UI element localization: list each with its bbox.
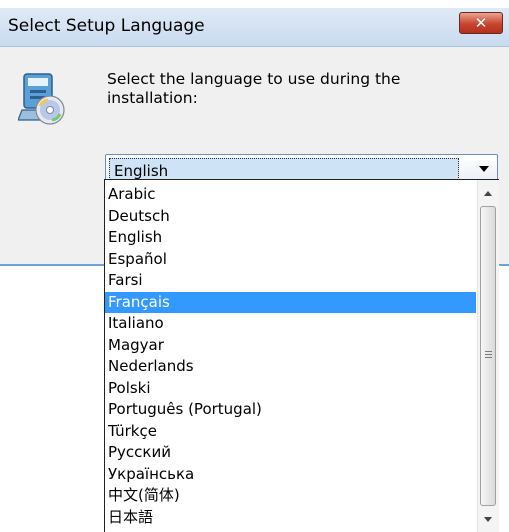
title-bar[interactable]: Select Setup Language ✕ bbox=[0, 8, 509, 47]
language-dropdown-list[interactable]: Arabic Deutsch English Español Farsi Fra… bbox=[104, 179, 499, 532]
list-item[interactable]: Русский bbox=[105, 442, 476, 464]
language-prompt: Select the language to use during the in… bbox=[107, 70, 401, 107]
list-item[interactable]: Українська bbox=[105, 464, 476, 486]
list-item[interactable]: Farsi bbox=[105, 270, 476, 292]
list-item[interactable]: Magyar bbox=[105, 335, 476, 357]
vertical-scrollbar[interactable] bbox=[477, 180, 499, 532]
list-item[interactable]: 中文(简体) bbox=[105, 485, 476, 507]
list-item[interactable]: Polski bbox=[105, 378, 476, 400]
window-title: Select Setup Language bbox=[8, 16, 205, 36]
list-item[interactable]: 日本語 bbox=[105, 507, 476, 529]
scroll-thumb[interactable] bbox=[480, 206, 496, 506]
list-item[interactable]: Español bbox=[105, 249, 476, 271]
grip-line bbox=[485, 357, 492, 358]
chevron-down-icon[interactable] bbox=[479, 166, 489, 172]
grip-line bbox=[485, 354, 492, 355]
setup-disc-icon bbox=[18, 73, 65, 125]
list-item[interactable]: Italiano bbox=[105, 313, 476, 335]
scroll-up-arrow-icon[interactable] bbox=[484, 191, 492, 196]
scroll-down-arrow-icon[interactable] bbox=[484, 517, 492, 522]
grip-line bbox=[485, 351, 492, 352]
screen: Select Setup Language ✕ Select the langu… bbox=[0, 0, 509, 532]
language-options: Arabic Deutsch English Español Farsi Fra… bbox=[105, 184, 476, 528]
list-item[interactable]: English bbox=[105, 227, 476, 249]
close-icon: ✕ bbox=[474, 14, 488, 32]
close-button[interactable]: ✕ bbox=[459, 12, 503, 34]
list-item[interactable]: Arabic bbox=[105, 184, 476, 206]
list-item[interactable]: Deutsch bbox=[105, 206, 476, 228]
list-item[interactable]: Nederlands bbox=[105, 356, 476, 378]
list-item-highlighted[interactable]: Français bbox=[105, 291, 476, 313]
list-item[interactable]: Português (Portugal) bbox=[105, 399, 476, 421]
list-item[interactable]: Türkçe bbox=[105, 421, 476, 443]
